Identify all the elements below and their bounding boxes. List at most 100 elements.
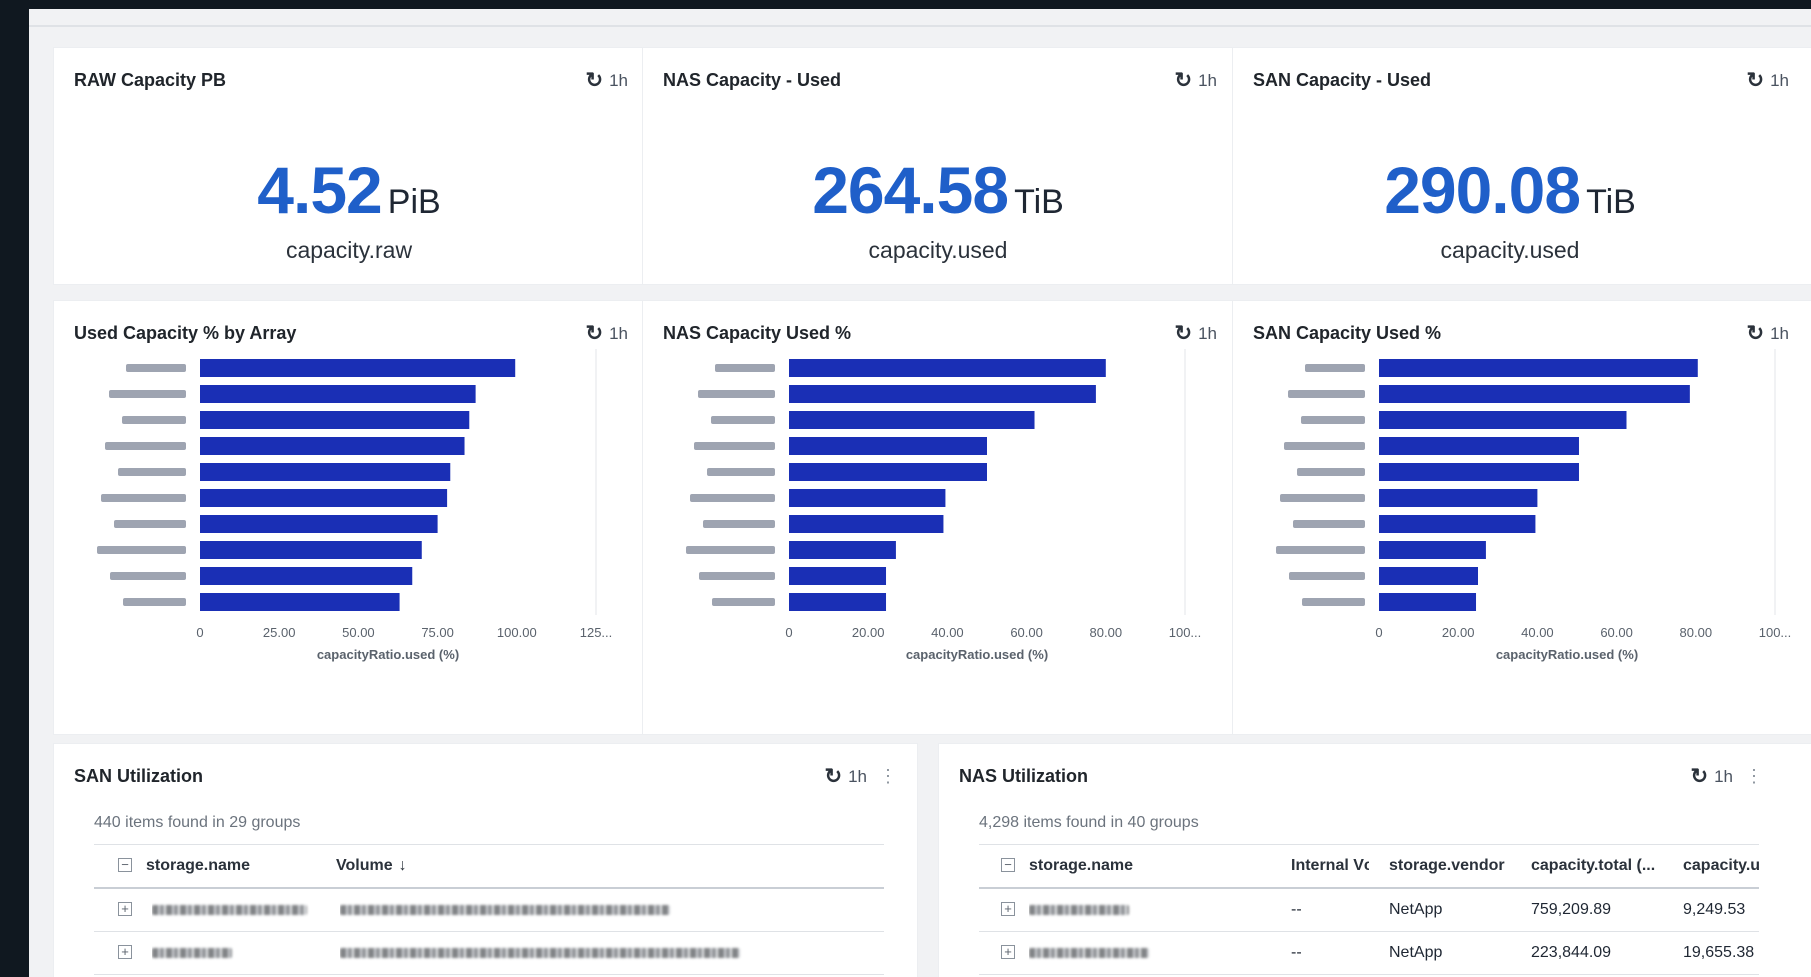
dashboard-screen: RAW Capacity PB ↻ 1h 4.52 PiB capacity.raw… [29, 9, 1811, 977]
kpi-card-raw: RAW Capacity PB ↻ 1h 4.52 PiB capacity.raw [53, 47, 645, 285]
bar [200, 541, 422, 559]
x-tick-label: 80.00 [1680, 625, 1713, 640]
column-capacity-used[interactable]: capacity.u [1683, 845, 1759, 887]
column-internal-volume[interactable]: Internal Vc [1291, 845, 1369, 887]
redacted-category-label [707, 468, 775, 476]
card-title: SAN Utilization [74, 766, 203, 786]
san-table: − storage.name Volume ↓ + + [94, 844, 884, 975]
internal-volume-cell: -- [1291, 901, 1302, 918]
nas-table: − storage.name Internal Vc storage.vendo… [979, 844, 1759, 975]
redacted-category-label [114, 520, 186, 528]
card-title: NAS Capacity - Used [663, 70, 842, 90]
kpi-unit: PiB [387, 183, 441, 221]
storage-name-cell [1029, 889, 1229, 931]
x-axis-label: capacityRatio.used (%) [906, 647, 1048, 662]
table-header: − storage.name Volume ↓ [94, 844, 884, 889]
column-label: Volume [336, 857, 393, 874]
refresh-icon[interactable]: ↻ [1746, 70, 1764, 91]
kpi-value: 290.08 TiB [1233, 152, 1787, 228]
refresh-interval: 1h [609, 70, 628, 90]
collapse-all-icon[interactable]: − [118, 858, 132, 872]
kpi-metric: capacity.raw [285, 237, 413, 263]
x-tick-label: 40.00 [1521, 625, 1554, 640]
refresh-interval: 1h [1770, 70, 1789, 90]
capacity-used-cell: 19,655.38 [1683, 944, 1755, 961]
kpi-number: 290.08 [1384, 153, 1581, 227]
bar [789, 359, 1106, 377]
bar [200, 359, 516, 377]
redacted-category-label [690, 494, 775, 502]
bar [1379, 437, 1579, 455]
refresh-icon[interactable]: ↻ [585, 70, 603, 91]
expand-icon[interactable]: + [1001, 945, 1015, 959]
x-tick-label: 20.00 [852, 625, 885, 640]
bar [789, 593, 887, 611]
kpi-metric: capacity.used [1440, 237, 1580, 263]
bar [1379, 411, 1627, 429]
redacted-text [1029, 947, 1149, 958]
bar [789, 489, 946, 507]
capacity-used-cell: 9,249.53 [1683, 901, 1746, 918]
column-storage-name[interactable]: storage.name [1029, 845, 1229, 887]
column-storage-vendor[interactable]: storage.vendor [1389, 845, 1519, 887]
bar [200, 437, 465, 455]
storage-name-cell [152, 889, 322, 931]
expand-icon[interactable]: + [1001, 902, 1015, 916]
refresh-interval: 1h [1714, 766, 1733, 786]
redacted-category-label [97, 546, 186, 554]
bar [200, 463, 451, 481]
x-tick-label: 75.00 [421, 625, 454, 640]
more-options-icon[interactable]: ⋮ [1745, 766, 1763, 787]
refresh-interval: 1h [848, 766, 867, 786]
refresh-icon[interactable]: ↻ [1174, 70, 1192, 91]
x-tick-label: 100... [1169, 625, 1202, 640]
refresh-control[interactable]: ↻ 1h [585, 70, 628, 91]
redacted-category-label [1297, 468, 1365, 476]
kpi-number: 264.58 [812, 153, 1009, 227]
card-title: NAS Utilization [959, 766, 1088, 786]
chart-card-nas-used: NAS Capacity Used % ↻ 1h 0 20.00 40.00 60.00… [642, 300, 1234, 735]
redacted-text [152, 904, 307, 915]
collapse-all-icon[interactable]: − [1001, 858, 1015, 872]
redacted-category-label [105, 442, 186, 450]
x-axis-label: capacityRatio.used (%) [1496, 647, 1638, 662]
bar [1379, 489, 1538, 507]
x-tick-label: 80.00 [1090, 625, 1123, 640]
kpi-value: 264.58 TiB [643, 152, 1233, 228]
expand-icon[interactable]: + [118, 945, 132, 959]
refresh-control[interactable]: ↻ 1h ⋮ [1690, 766, 1763, 787]
capacity-total-cell: 223,844.09 [1531, 944, 1612, 961]
bar [789, 515, 944, 533]
refresh-control[interactable]: ↻ 1h [1174, 70, 1217, 91]
column-storage-name[interactable]: storage.name [146, 845, 326, 887]
chart-card-san-used: SAN Capacity Used % ↻ 1h 0 20.00 40.00 60.00… [1232, 300, 1811, 735]
kpi-value: 4.52 PiB [54, 152, 644, 228]
top-divider [29, 25, 1811, 27]
table-row[interactable]: + [94, 889, 884, 932]
redacted-text [340, 947, 740, 958]
bar [1379, 541, 1486, 559]
refresh-control[interactable]: ↻ 1h [1746, 70, 1789, 91]
table-row[interactable]: + [94, 932, 884, 975]
x-tick-label: 60.00 [1600, 625, 1633, 640]
more-options-icon[interactable]: ⋮ [879, 766, 897, 787]
table-header: − storage.name Internal Vc storage.vendo… [979, 844, 1759, 889]
bar [789, 567, 887, 585]
bar [789, 541, 896, 559]
column-capacity-total[interactable]: capacity.total (... [1531, 845, 1671, 887]
table-row[interactable]: + -- NetApp 223,844.09 19,655.38 [979, 932, 1759, 975]
refresh-icon[interactable]: ↻ [824, 766, 842, 787]
redacted-category-label [703, 520, 775, 528]
table-row[interactable]: + -- NetApp 759,209.89 9,249.53 [979, 889, 1759, 932]
sort-descending-icon[interactable]: ↓ [399, 857, 407, 874]
x-tick-label: 50.00 [342, 625, 375, 640]
redacted-category-label [123, 598, 186, 606]
column-volume[interactable]: Volume ↓ [336, 845, 536, 887]
vendor-cell: NetApp [1389, 901, 1443, 918]
kpi-unit: TiB [1014, 183, 1064, 221]
expand-icon[interactable]: + [118, 902, 132, 916]
refresh-icon[interactable]: ↻ [1690, 766, 1708, 787]
refresh-control[interactable]: ↻ 1h ⋮ [824, 766, 897, 787]
items-count: 4,298 items found in 40 groups [979, 814, 1199, 831]
vendor-cell: NetApp [1389, 944, 1443, 961]
